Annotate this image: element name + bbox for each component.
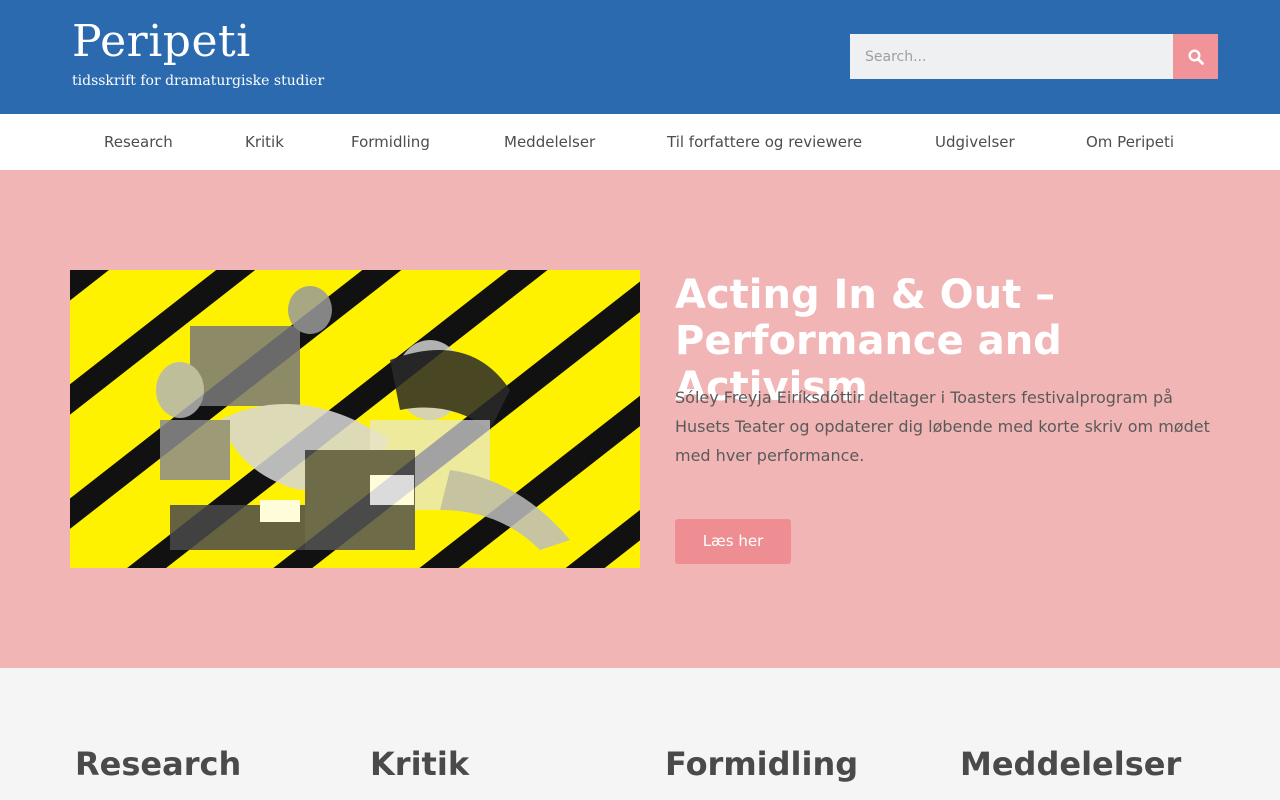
nav-item-om-peripeti[interactable]: Om Peripeti [1086, 114, 1174, 170]
section-heading-research: Research [75, 745, 242, 783]
nav-item-kritik[interactable]: Kritik [245, 114, 284, 170]
search-input[interactable] [850, 34, 1173, 79]
nav-item-research[interactable]: Research [104, 114, 173, 170]
section-heading-meddelelser: Meddelelser [960, 745, 1182, 783]
search-button[interactable] [1173, 34, 1218, 79]
nav-item-til-forfattere[interactable]: Til forfattere og reviewere [667, 114, 862, 170]
main-nav: Research Kritik Formidling Meddelelser T… [0, 114, 1280, 170]
site-logo[interactable]: Peripeti tidsskrift for dramaturgiske st… [72, 16, 325, 96]
featured-image[interactable] [70, 270, 640, 568]
section-heading-kritik: Kritik [370, 745, 470, 783]
search-icon [1187, 48, 1204, 65]
nav-item-meddelelser[interactable]: Meddelelser [504, 114, 595, 170]
read-more-button[interactable]: Læs her [675, 519, 791, 564]
nav-item-formidling[interactable]: Formidling [351, 114, 430, 170]
logo-subtitle: tidsskrift for dramaturgiske studier [72, 73, 325, 89]
search-form [850, 34, 1218, 79]
featured-collage-image [70, 270, 640, 568]
nav-item-udgivelser[interactable]: Udgivelser [935, 114, 1015, 170]
logo-title: Peripeti [72, 16, 251, 67]
section-heading-formidling: Formidling [665, 745, 859, 783]
site-header: Peripeti tidsskrift for dramaturgiske st… [0, 0, 1280, 114]
featured-article: Acting In & Out – Performance and Activi… [0, 170, 1280, 668]
featured-excerpt: Sóley Freyja Eiríksdóttir deltager i Toa… [675, 388, 1210, 465]
